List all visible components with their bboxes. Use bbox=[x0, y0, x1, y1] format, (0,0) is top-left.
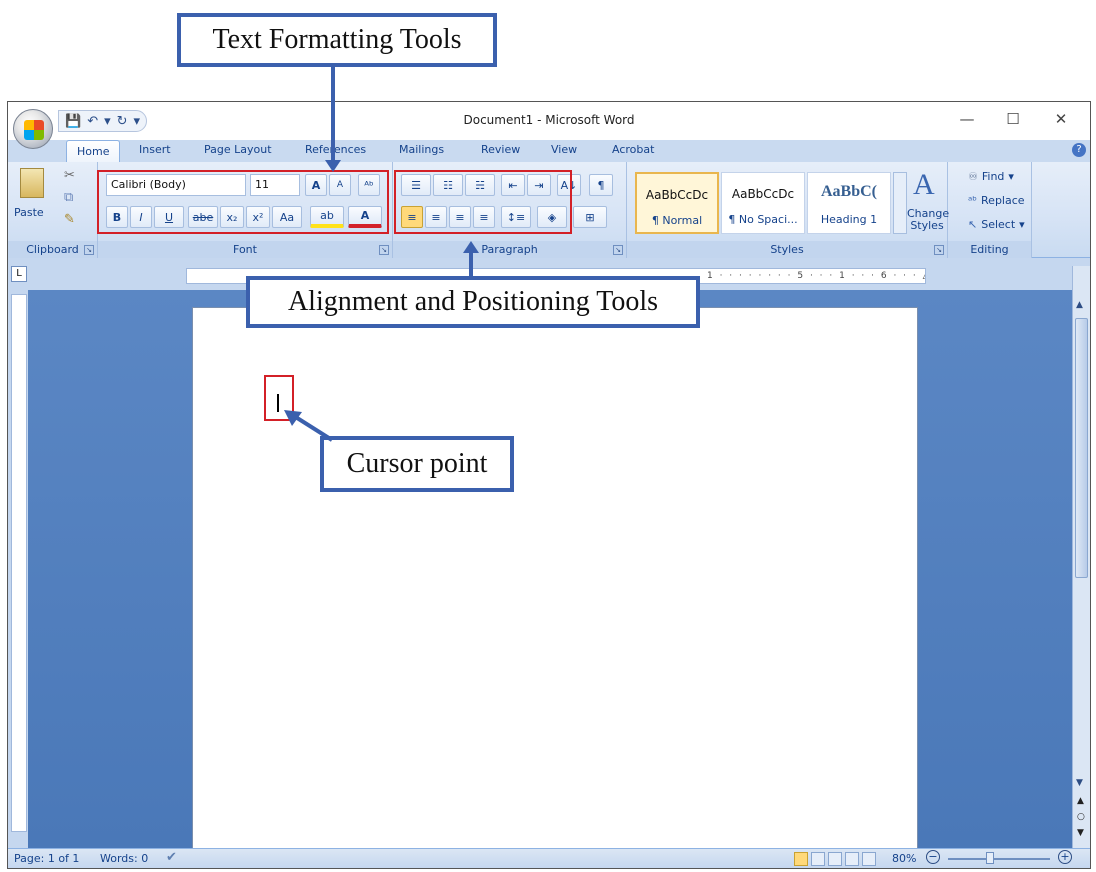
save-icon[interactable]: 💾 bbox=[65, 114, 81, 129]
next-page-icon[interactable]: ▼ bbox=[1077, 828, 1084, 838]
callout-arrow-line bbox=[331, 67, 335, 165]
editing-group-label: Editing bbox=[948, 241, 1031, 258]
window-title: Document1 - Microsoft Word bbox=[463, 113, 635, 127]
full-screen-icon[interactable] bbox=[811, 852, 825, 866]
zoom-slider-thumb[interactable] bbox=[986, 852, 994, 864]
find-button[interactable]: ♾ Find ▾ bbox=[968, 170, 1014, 183]
chevron-down-icon: ▾ bbox=[1019, 218, 1025, 231]
close-button[interactable]: ✕ bbox=[1038, 110, 1084, 132]
zoom-slider[interactable] bbox=[948, 858, 1050, 860]
paste-icon[interactable] bbox=[20, 168, 44, 198]
style-sample: AaBbC( bbox=[820, 183, 877, 200]
zoom-in-button[interactable]: + bbox=[1058, 850, 1072, 864]
clipboard-launcher-icon[interactable]: ↘ bbox=[84, 245, 94, 255]
tab-selector[interactable]: L bbox=[11, 266, 27, 282]
office-logo-icon bbox=[24, 120, 44, 140]
style-no-spacing[interactable]: AaBbCcDc ¶ No Spaci... bbox=[721, 172, 805, 234]
style-sample: AaBbCcDc bbox=[645, 188, 709, 202]
callout-arrow-line bbox=[469, 252, 473, 278]
outline-icon[interactable] bbox=[845, 852, 859, 866]
callout-alignment: Alignment and Positioning Tools bbox=[246, 276, 700, 328]
scroll-thumb[interactable] bbox=[1075, 318, 1088, 578]
proofing-icon[interactable]: ✔ bbox=[166, 850, 177, 865]
tab-view[interactable]: View bbox=[551, 143, 577, 156]
status-bar: Page: 1 of 1 Words: 0 ✔ 80% − + bbox=[8, 848, 1090, 868]
style-name: Heading 1 bbox=[820, 213, 878, 226]
styles-group-label: Styles bbox=[627, 241, 947, 258]
change-styles-button[interactable]: Change Styles bbox=[907, 208, 949, 232]
tab-mailings[interactable]: Mailings bbox=[399, 143, 444, 156]
replace-icon: ᵃᵇ bbox=[968, 194, 978, 207]
print-layout-icon[interactable] bbox=[794, 852, 808, 866]
prev-page-icon[interactable]: ▲ bbox=[1077, 796, 1084, 806]
word-count[interactable]: Words: 0 bbox=[100, 852, 148, 865]
ribbon-tabs: Home Insert Page Layout References Maili… bbox=[8, 140, 1090, 163]
change-styles-icon[interactable]: A bbox=[913, 168, 935, 202]
callout-text-formatting: Text Formatting Tools bbox=[177, 13, 497, 67]
web-layout-icon[interactable] bbox=[828, 852, 842, 866]
draft-icon[interactable] bbox=[862, 852, 876, 866]
vertical-scrollbar[interactable]: ▲ ▼ ▲ ○ ▼ bbox=[1072, 266, 1090, 850]
tab-acrobat[interactable]: Acrobat bbox=[612, 143, 654, 156]
highlight-font-tools bbox=[97, 170, 389, 234]
scroll-up-icon[interactable]: ▲ bbox=[1076, 300, 1083, 310]
callout-arrow-head bbox=[463, 241, 479, 253]
show-formatting-button[interactable]: ¶ bbox=[589, 174, 613, 196]
highlight-paragraph-tools bbox=[394, 170, 572, 234]
select-button[interactable]: ↖ Select ▾ bbox=[968, 218, 1025, 231]
styles-group: AaBbCcDc ¶ Normal AaBbCcDc ¶ No Spaci...… bbox=[627, 162, 949, 258]
styles-scroll[interactable] bbox=[893, 172, 907, 234]
style-normal[interactable]: AaBbCcDc ¶ Normal bbox=[635, 172, 719, 234]
undo-icon[interactable]: ↶ bbox=[87, 114, 98, 129]
tab-home[interactable]: Home bbox=[66, 140, 121, 163]
clipboard-group: Paste ✂ ⧉ ✎ Clipboard ↘ bbox=[8, 162, 98, 258]
callout-arrow-cursor bbox=[284, 410, 334, 442]
title-bar: Document1 - Microsoft Word — ☐ ✕ bbox=[8, 102, 1090, 140]
callout-cursor: Cursor point bbox=[320, 436, 514, 492]
tab-page-layout[interactable]: Page Layout bbox=[204, 143, 272, 156]
callout-text: Text Formatting Tools bbox=[212, 24, 462, 55]
style-name: ¶ No Spaci... bbox=[728, 213, 798, 226]
borders-button[interactable]: ⊞ bbox=[573, 206, 607, 228]
view-buttons[interactable] bbox=[794, 852, 884, 866]
tab-review[interactable]: Review bbox=[481, 143, 520, 156]
font-group-label: Font bbox=[98, 241, 392, 258]
style-heading-1[interactable]: AaBbC( Heading 1 bbox=[807, 172, 891, 234]
browse-object-icon[interactable]: ○ bbox=[1077, 812, 1085, 822]
zoom-level[interactable]: 80% bbox=[892, 852, 916, 865]
document-workspace bbox=[28, 290, 1072, 867]
copy-icon[interactable]: ⧉ bbox=[64, 190, 73, 205]
callout-arrow-head bbox=[325, 160, 341, 172]
tab-references[interactable]: References bbox=[305, 143, 366, 156]
customize-qat-icon[interactable]: ▾ bbox=[134, 114, 141, 129]
undo-dropdown-icon[interactable]: ▾ bbox=[104, 114, 111, 129]
styles-launcher-icon[interactable]: ↘ bbox=[934, 245, 944, 255]
page-count[interactable]: Page: 1 of 1 bbox=[14, 852, 79, 865]
format-painter-icon[interactable]: ✎ bbox=[64, 212, 75, 227]
paste-button[interactable]: Paste bbox=[14, 206, 44, 219]
font-launcher-icon[interactable]: ↘ bbox=[379, 245, 389, 255]
paragraph-launcher-icon[interactable]: ↘ bbox=[613, 245, 623, 255]
redo-icon[interactable]: ↻ bbox=[117, 114, 128, 129]
vertical-ruler[interactable] bbox=[11, 294, 27, 832]
style-sample: AaBbCcDc bbox=[731, 187, 795, 201]
cut-icon[interactable]: ✂ bbox=[64, 168, 75, 183]
scroll-down-icon[interactable]: ▼ bbox=[1076, 778, 1083, 788]
office-button[interactable] bbox=[13, 109, 53, 149]
zoom-out-button[interactable]: − bbox=[926, 850, 940, 864]
maximize-button[interactable]: ☐ bbox=[990, 110, 1036, 132]
tab-insert[interactable]: Insert bbox=[139, 143, 171, 156]
callout-text: Cursor point bbox=[346, 448, 488, 479]
quick-access-toolbar: 💾 ↶ ▾ ↻ ▾ bbox=[58, 110, 148, 132]
help-icon[interactable]: ? bbox=[1072, 143, 1086, 157]
document-page[interactable] bbox=[192, 307, 918, 867]
minimize-button[interactable]: — bbox=[944, 110, 990, 132]
chevron-down-icon: ▾ bbox=[1008, 170, 1014, 183]
paragraph-group-label: Paragraph bbox=[393, 241, 626, 258]
replace-button[interactable]: ᵃᵇ Replace bbox=[968, 194, 1025, 207]
style-name: ¶ Normal bbox=[651, 214, 703, 227]
cursor-arrow-icon: ↖ bbox=[968, 218, 978, 231]
binoculars-icon: ♾ bbox=[968, 170, 978, 183]
callout-text: Alignment and Positioning Tools bbox=[287, 286, 659, 317]
